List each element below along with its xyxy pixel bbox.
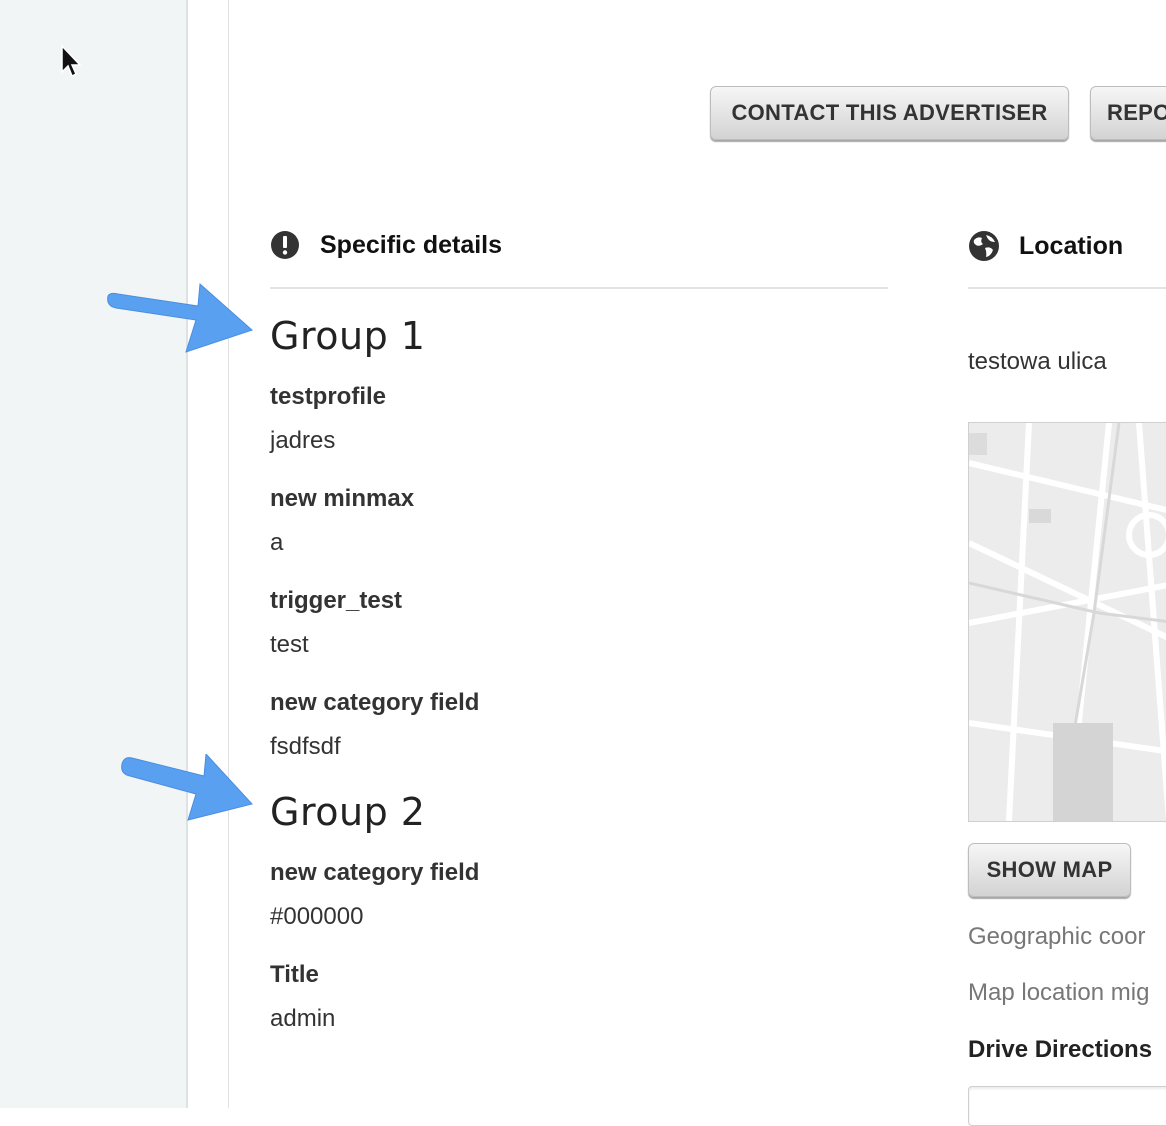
address-text: testowa ulica xyxy=(968,348,1107,375)
location-map[interactable] xyxy=(968,422,1166,822)
arrow-pointer-icon xyxy=(121,754,253,821)
field-value: a xyxy=(270,529,284,556)
drive-directions-input[interactable] xyxy=(968,1086,1166,1126)
field-value: jadres xyxy=(270,427,336,454)
field-value: test xyxy=(270,631,309,658)
globe-icon xyxy=(969,231,999,261)
field-label: testprofile xyxy=(270,383,387,410)
geographic-coordinates-text: Geographic coor xyxy=(968,923,1146,950)
group-title: Group 2 xyxy=(270,790,426,834)
map-image xyxy=(969,423,1166,821)
field-label: new category field xyxy=(270,689,480,716)
left-sidebar xyxy=(0,0,188,1108)
specific-details-heading: Specific details xyxy=(270,230,502,260)
show-map-button[interactable]: SHOW MAP xyxy=(968,843,1131,897)
field-value: #000000 xyxy=(270,903,364,930)
field-value: fsdfsdf xyxy=(270,733,341,760)
map-location-note: Map location mig xyxy=(968,979,1150,1006)
group-title: Group 1 xyxy=(270,314,426,358)
details-divider xyxy=(270,287,888,289)
mouse-cursor-icon xyxy=(61,44,82,78)
location-title: Location xyxy=(1019,231,1124,260)
field-label: new category field xyxy=(270,859,480,886)
field-label: trigger_test xyxy=(270,587,403,614)
field-label: Title xyxy=(270,961,319,988)
exclamation-icon xyxy=(271,231,299,259)
drive-directions-heading: Drive Directions xyxy=(968,1036,1153,1063)
arrow-pointer-icon xyxy=(107,282,253,353)
location-heading: Location xyxy=(968,230,1123,262)
location-divider xyxy=(968,287,1166,289)
field-value: admin xyxy=(270,1005,336,1032)
report-button[interactable]: REPO xyxy=(1090,86,1166,140)
specific-details-title: Specific details xyxy=(320,230,503,259)
contact-advertiser-button[interactable]: CONTACT THIS ADVERTISER xyxy=(710,86,1069,140)
field-label: new minmax xyxy=(270,485,415,512)
content-border xyxy=(228,0,229,1108)
